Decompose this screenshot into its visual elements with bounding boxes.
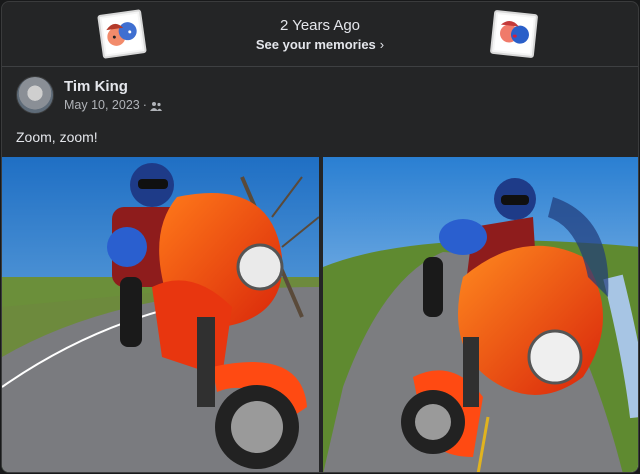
post-date[interactable]: May 10, 2023 — [64, 98, 140, 112]
see-memories-label: See your memories — [255, 37, 376, 52]
friends-audience-icon[interactable] — [149, 101, 162, 111]
post-text: Zoom, zoom! — [16, 129, 98, 145]
memory-title: 2 Years Ago — [279, 17, 361, 34]
post-photo-2[interactable] — [323, 157, 638, 472]
memory-post-card: 2 Years Ago See your memories › Tim King … — [1, 1, 639, 473]
post-meta: May 10, 2023 · — [64, 98, 162, 112]
avatar[interactable] — [16, 76, 54, 114]
post-author-row: Tim King May 10, 2023 · — [16, 76, 616, 116]
memory-header[interactable]: 2 Years Ago See your memories › — [2, 2, 638, 67]
chevron-right-icon: › — [379, 37, 385, 52]
kiss-sticker-icon — [489, 9, 539, 59]
author-name[interactable]: Tim King — [64, 78, 128, 95]
see-memories-link[interactable]: See your memories › — [2, 37, 638, 52]
post-photo-1[interactable] — [2, 157, 319, 472]
meta-separator: · — [142, 98, 147, 112]
